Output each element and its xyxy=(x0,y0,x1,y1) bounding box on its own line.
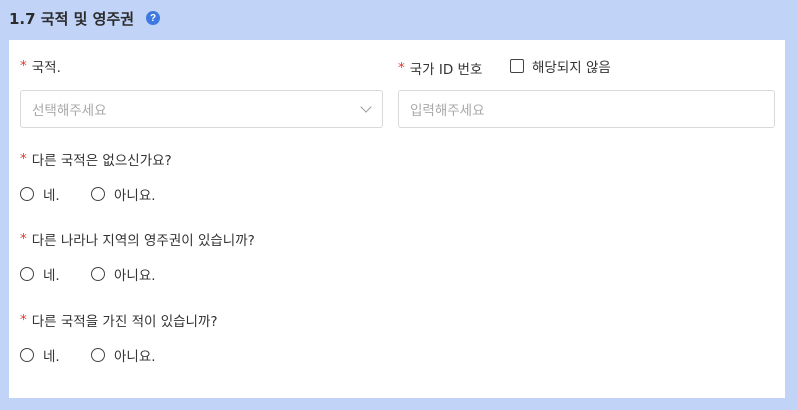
question-text: 다른 국적을 가진 적이 있습니까? xyxy=(31,314,218,330)
section-title: 1.7 국적 및 영주권 xyxy=(9,9,135,28)
nationality-placeholder: 선택해주세요 xyxy=(32,103,107,119)
radio-no-label: 아니요. xyxy=(114,268,156,284)
radio-yes[interactable]: 네. xyxy=(20,345,91,365)
radio-yes-label: 네. xyxy=(43,349,60,365)
national-id-placeholder: 입력해주세요 xyxy=(410,103,485,119)
not-applicable-label: 해당되지 않음 xyxy=(532,60,611,76)
required-marker: * xyxy=(20,231,27,247)
radio-yes[interactable]: 네. xyxy=(20,264,91,284)
chevron-down-icon xyxy=(360,101,372,113)
radio-circle[interactable] xyxy=(91,187,105,201)
nationality-label: * 국적. xyxy=(20,56,61,76)
radio-circle[interactable] xyxy=(91,267,105,281)
radio-circle[interactable] xyxy=(20,187,34,201)
radio-yes[interactable]: 네. xyxy=(20,184,91,204)
radio-no-label: 아니요. xyxy=(114,349,156,365)
question-text: 다른 국적은 없으신가요? xyxy=(31,153,172,169)
form-panel: * 국적. 선택해주세요 * 국가 ID 번호 해당되지 않음 입력해주세요 *… xyxy=(9,40,785,398)
question-other-nationality-options: 네. 아니요. xyxy=(20,184,156,204)
question-text: 다른 나라나 지역의 영주권이 있습니까? xyxy=(31,233,255,249)
help-icon[interactable]: ? xyxy=(146,11,161,25)
question-permanent-residency-options: 네. 아니요. xyxy=(20,264,156,284)
section-header: 1.7 국적 및 영주권 ? xyxy=(9,7,161,29)
radio-circle[interactable] xyxy=(20,348,34,362)
radio-circle[interactable] xyxy=(20,267,34,281)
checkbox-box[interactable] xyxy=(510,59,524,73)
radio-yes-label: 네. xyxy=(43,188,60,204)
nationality-label-text: 국적. xyxy=(31,60,61,76)
radio-circle[interactable] xyxy=(91,348,105,362)
question-previous-nationality-options: 네. 아니요. xyxy=(20,345,156,365)
radio-no[interactable]: 아니요. xyxy=(91,264,156,284)
required-marker: * xyxy=(20,312,27,328)
required-marker: * xyxy=(20,151,27,167)
radio-yes-label: 네. xyxy=(43,268,60,284)
nationality-select[interactable]: 선택해주세요 xyxy=(20,90,383,128)
question-other-nationality-label: * 다른 국적은 없으신가요? xyxy=(20,149,172,169)
radio-no[interactable]: 아니요. xyxy=(91,345,156,365)
national-id-input[interactable]: 입력해주세요 xyxy=(398,90,775,128)
question-permanent-residency-label: * 다른 나라나 지역의 영주권이 있습니까? xyxy=(20,229,255,249)
question-previous-nationality-label: * 다른 국적을 가진 적이 있습니까? xyxy=(20,310,218,330)
not-applicable-checkbox[interactable]: 해당되지 않음 xyxy=(510,56,611,76)
required-marker: * xyxy=(20,58,27,74)
radio-no-label: 아니요. xyxy=(114,188,156,204)
national-id-label-text: 국가 ID 번호 xyxy=(409,62,483,78)
required-marker: * xyxy=(398,60,405,76)
national-id-label: * 국가 ID 번호 xyxy=(398,58,482,78)
radio-no[interactable]: 아니요. xyxy=(91,184,156,204)
